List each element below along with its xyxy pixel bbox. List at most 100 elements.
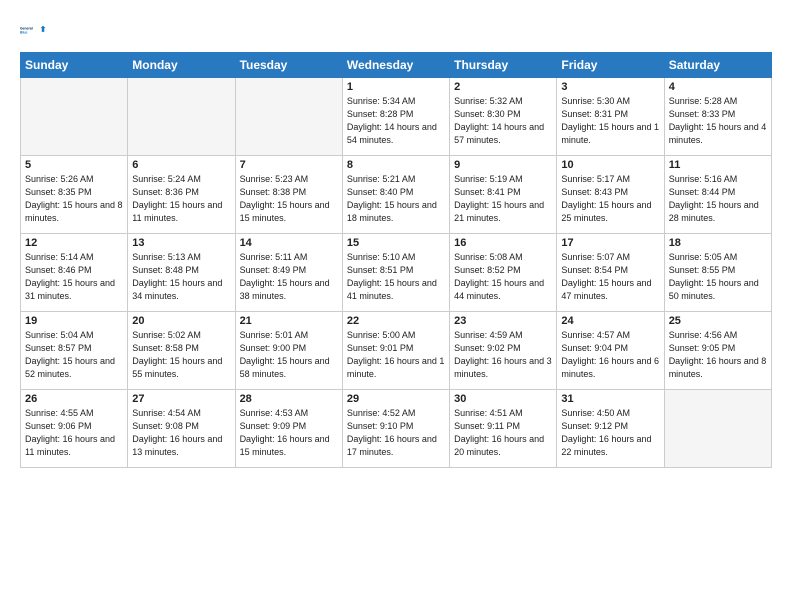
day-info: Sunrise: 5:11 AMSunset: 8:49 PMDaylight:… <box>240 251 338 303</box>
day-info: Sunrise: 5:24 AMSunset: 8:36 PMDaylight:… <box>132 173 230 225</box>
calendar-header-tuesday: Tuesday <box>235 53 342 78</box>
calendar-cell: 21Sunrise: 5:01 AMSunset: 9:00 PMDayligh… <box>235 312 342 390</box>
day-number: 4 <box>669 81 767 93</box>
calendar-cell: 5Sunrise: 5:26 AMSunset: 8:35 PMDaylight… <box>21 156 128 234</box>
calendar-cell <box>21 78 128 156</box>
page: General Blue SundayMondayTuesdayWednesda… <box>0 0 792 478</box>
day-number: 9 <box>454 159 552 171</box>
header: General Blue <box>20 16 772 44</box>
day-number: 1 <box>347 81 445 93</box>
day-info: Sunrise: 5:28 AMSunset: 8:33 PMDaylight:… <box>669 95 767 147</box>
day-info: Sunrise: 5:05 AMSunset: 8:55 PMDaylight:… <box>669 251 767 303</box>
day-info: Sunrise: 4:54 AMSunset: 9:08 PMDaylight:… <box>132 407 230 459</box>
day-number: 20 <box>132 315 230 327</box>
calendar-cell: 12 Sunrise: 5:14 AMSunset: 8:46 PMDayligh… <box>21 234 128 312</box>
day-number: 3 <box>561 81 659 93</box>
calendar-cell: 19Sunrise: 5:04 AMSunset: 8:57 PMDayligh… <box>21 312 128 390</box>
day-number: 27 <box>132 393 230 405</box>
day-number: 28 <box>240 393 338 405</box>
day-info: Sunrise: 5:07 AMSunset: 8:54 PMDaylight:… <box>561 251 659 303</box>
calendar-header-wednesday: Wednesday <box>342 53 449 78</box>
calendar-cell: 2 Sunrise: 5:32 AMSunset: 8:30 PMDaylight… <box>450 78 557 156</box>
day-info: Sunrise: 5:14 AMSunset: 8:46 PMDaylight:… <box>25 251 123 303</box>
day-number: 24 <box>561 315 659 327</box>
day-info: Sunrise: 5:21 AMSunset: 8:40 PMDaylight:… <box>347 173 445 225</box>
svg-text:Blue: Blue <box>20 30 27 34</box>
day-info: Sunrise: 4:53 AMSunset: 9:09 PMDaylight:… <box>240 407 338 459</box>
day-number: 29 <box>347 393 445 405</box>
calendar-cell: 13Sunrise: 5:13 AMSunset: 8:48 PMDayligh… <box>128 234 235 312</box>
calendar-cell: 27 Sunrise: 4:54 AMSunset: 9:08 PMDayligh… <box>128 390 235 468</box>
day-info: Sunrise: 5:00 AMSunset: 9:01 PMDaylight:… <box>347 329 445 381</box>
calendar-cell: 11 Sunrise: 5:16 AMSunset: 8:44 PMDayligh… <box>664 156 771 234</box>
calendar-cell: 30 Sunrise: 4:51 AMSunset: 9:11 PMDayligh… <box>450 390 557 468</box>
logo: General Blue <box>20 16 48 44</box>
day-info: Sunrise: 5:17 AMSunset: 8:43 PMDaylight:… <box>561 173 659 225</box>
week-row-3: 12 Sunrise: 5:14 AMSunset: 8:46 PMDayligh… <box>21 234 772 312</box>
day-number: 18 <box>669 237 767 249</box>
day-info: Sunrise: 5:30 AMSunset: 8:31 PMDaylight:… <box>561 95 659 147</box>
day-info: Sunrise: 5:04 AMSunset: 8:57 PMDaylight:… <box>25 329 123 381</box>
day-info: Sunrise: 5:16 AMSunset: 8:44 PMDaylight:… <box>669 173 767 225</box>
day-number: 15 <box>347 237 445 249</box>
day-number: 16 <box>454 237 552 249</box>
day-info: Sunrise: 5:32 AMSunset: 8:30 PMDaylight:… <box>454 95 552 147</box>
calendar-header-sunday: Sunday <box>21 53 128 78</box>
calendar-cell <box>235 78 342 156</box>
day-info: Sunrise: 4:51 AMSunset: 9:11 PMDaylight:… <box>454 407 552 459</box>
day-number: 31 <box>561 393 659 405</box>
day-info: Sunrise: 5:02 AMSunset: 8:58 PMDaylight:… <box>132 329 230 381</box>
day-number: 5 <box>25 159 123 171</box>
calendar-cell: 8 Sunrise: 5:21 AMSunset: 8:40 PMDaylight… <box>342 156 449 234</box>
day-info: Sunrise: 4:55 AMSunset: 9:06 PMDaylight:… <box>25 407 123 459</box>
calendar-header-friday: Friday <box>557 53 664 78</box>
calendar-cell: 1Sunrise: 5:34 AMSunset: 8:28 PMDaylight… <box>342 78 449 156</box>
day-info: Sunrise: 5:08 AMSunset: 8:52 PMDaylight:… <box>454 251 552 303</box>
week-row-5: 26Sunrise: 4:55 AMSunset: 9:06 PMDayligh… <box>21 390 772 468</box>
calendar-cell: 3 Sunrise: 5:30 AMSunset: 8:31 PMDaylight… <box>557 78 664 156</box>
day-number: 21 <box>240 315 338 327</box>
calendar-cell: 17 Sunrise: 5:07 AMSunset: 8:54 PMDayligh… <box>557 234 664 312</box>
calendar-cell: 4 Sunrise: 5:28 AMSunset: 8:33 PMDaylight… <box>664 78 771 156</box>
calendar-cell: 25 Sunrise: 4:56 AMSunset: 9:05 PMDayligh… <box>664 312 771 390</box>
calendar-cell: 26Sunrise: 4:55 AMSunset: 9:06 PMDayligh… <box>21 390 128 468</box>
calendar-cell: 6 Sunrise: 5:24 AMSunset: 8:36 PMDaylight… <box>128 156 235 234</box>
week-row-4: 19Sunrise: 5:04 AMSunset: 8:57 PMDayligh… <box>21 312 772 390</box>
day-info: Sunrise: 5:23 AMSunset: 8:38 PMDaylight:… <box>240 173 338 225</box>
calendar-cell: 20 Sunrise: 5:02 AMSunset: 8:58 PMDayligh… <box>128 312 235 390</box>
day-number: 6 <box>132 159 230 171</box>
day-info: Sunrise: 4:59 AMSunset: 9:02 PMDaylight:… <box>454 329 552 381</box>
day-info: Sunrise: 4:56 AMSunset: 9:05 PMDaylight:… <box>669 329 767 381</box>
day-number: 25 <box>669 315 767 327</box>
day-number: 23 <box>454 315 552 327</box>
day-number: 13 <box>132 237 230 249</box>
calendar-header-thursday: Thursday <box>450 53 557 78</box>
svg-text:General: General <box>20 26 33 30</box>
calendar-cell: 24 Sunrise: 4:57 AMSunset: 9:04 PMDayligh… <box>557 312 664 390</box>
calendar-header-saturday: Saturday <box>664 53 771 78</box>
calendar-cell: 10 Sunrise: 5:17 AMSunset: 8:43 PMDayligh… <box>557 156 664 234</box>
day-number: 2 <box>454 81 552 93</box>
calendar-cell: 23 Sunrise: 4:59 AMSunset: 9:02 PMDayligh… <box>450 312 557 390</box>
day-number: 8 <box>347 159 445 171</box>
calendar-cell: 28 Sunrise: 4:53 AMSunset: 9:09 PMDayligh… <box>235 390 342 468</box>
week-row-2: 5Sunrise: 5:26 AMSunset: 8:35 PMDaylight… <box>21 156 772 234</box>
day-info: Sunrise: 4:57 AMSunset: 9:04 PMDaylight:… <box>561 329 659 381</box>
day-number: 11 <box>669 159 767 171</box>
day-number: 7 <box>240 159 338 171</box>
day-number: 17 <box>561 237 659 249</box>
day-number: 10 <box>561 159 659 171</box>
calendar-cell: 7 Sunrise: 5:23 AMSunset: 8:38 PMDaylight… <box>235 156 342 234</box>
calendar-cell: 31Sunrise: 4:50 AMSunset: 9:12 PMDayligh… <box>557 390 664 468</box>
day-number: 12 <box>25 237 123 249</box>
logo-icon: General Blue <box>20 16 48 44</box>
day-number: 22 <box>347 315 445 327</box>
calendar-cell: 29Sunrise: 4:52 AMSunset: 9:10 PMDayligh… <box>342 390 449 468</box>
week-row-1: 1Sunrise: 5:34 AMSunset: 8:28 PMDaylight… <box>21 78 772 156</box>
calendar-header-monday: Monday <box>128 53 235 78</box>
day-info: Sunrise: 5:19 AMSunset: 8:41 PMDaylight:… <box>454 173 552 225</box>
calendar-cell: 22 Sunrise: 5:00 AMSunset: 9:01 PMDayligh… <box>342 312 449 390</box>
day-info: Sunrise: 5:10 AMSunset: 8:51 PMDaylight:… <box>347 251 445 303</box>
day-number: 30 <box>454 393 552 405</box>
calendar-cell: 15 Sunrise: 5:10 AMSunset: 8:51 PMDayligh… <box>342 234 449 312</box>
